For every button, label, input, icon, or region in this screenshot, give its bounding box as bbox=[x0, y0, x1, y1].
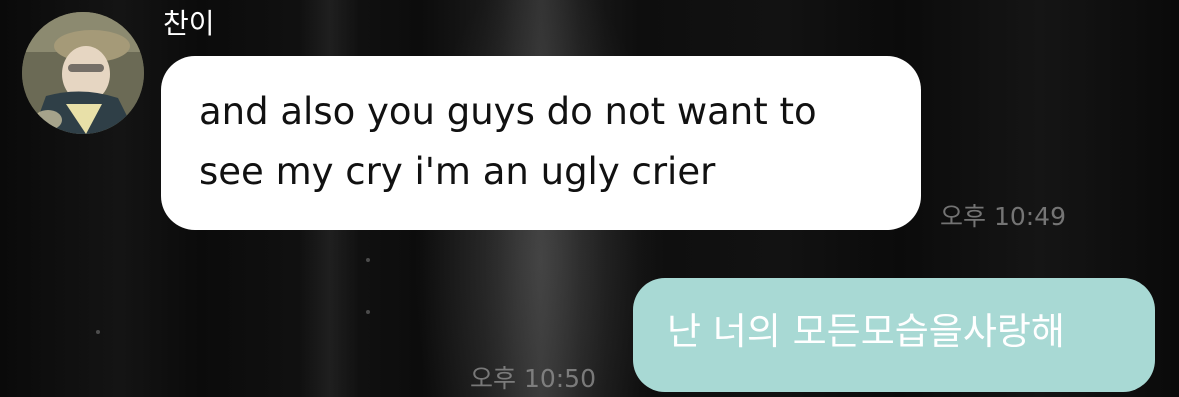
background-speck bbox=[366, 258, 370, 262]
background-speck bbox=[366, 310, 370, 314]
sender-name: 찬이 bbox=[163, 7, 215, 40]
outgoing-message-bubble[interactable]: 난 너의 모든모습을사랑해 bbox=[633, 278, 1155, 392]
message-timestamp: 오후 10:50 bbox=[470, 364, 596, 393]
incoming-message-bubble[interactable]: and also you guys do not want to see my … bbox=[161, 56, 921, 230]
avatar-photo bbox=[22, 12, 144, 134]
message-text: 난 너의 모든모습을사랑해 bbox=[667, 310, 1065, 353]
message-text-line: see my cry i'm an ugly crier bbox=[199, 150, 716, 193]
sender-avatar[interactable] bbox=[22, 12, 144, 134]
message-timestamp: 오후 10:49 bbox=[940, 202, 1066, 231]
message-text-line: and also you guys do not want to bbox=[199, 90, 817, 133]
background-speck bbox=[96, 330, 100, 334]
